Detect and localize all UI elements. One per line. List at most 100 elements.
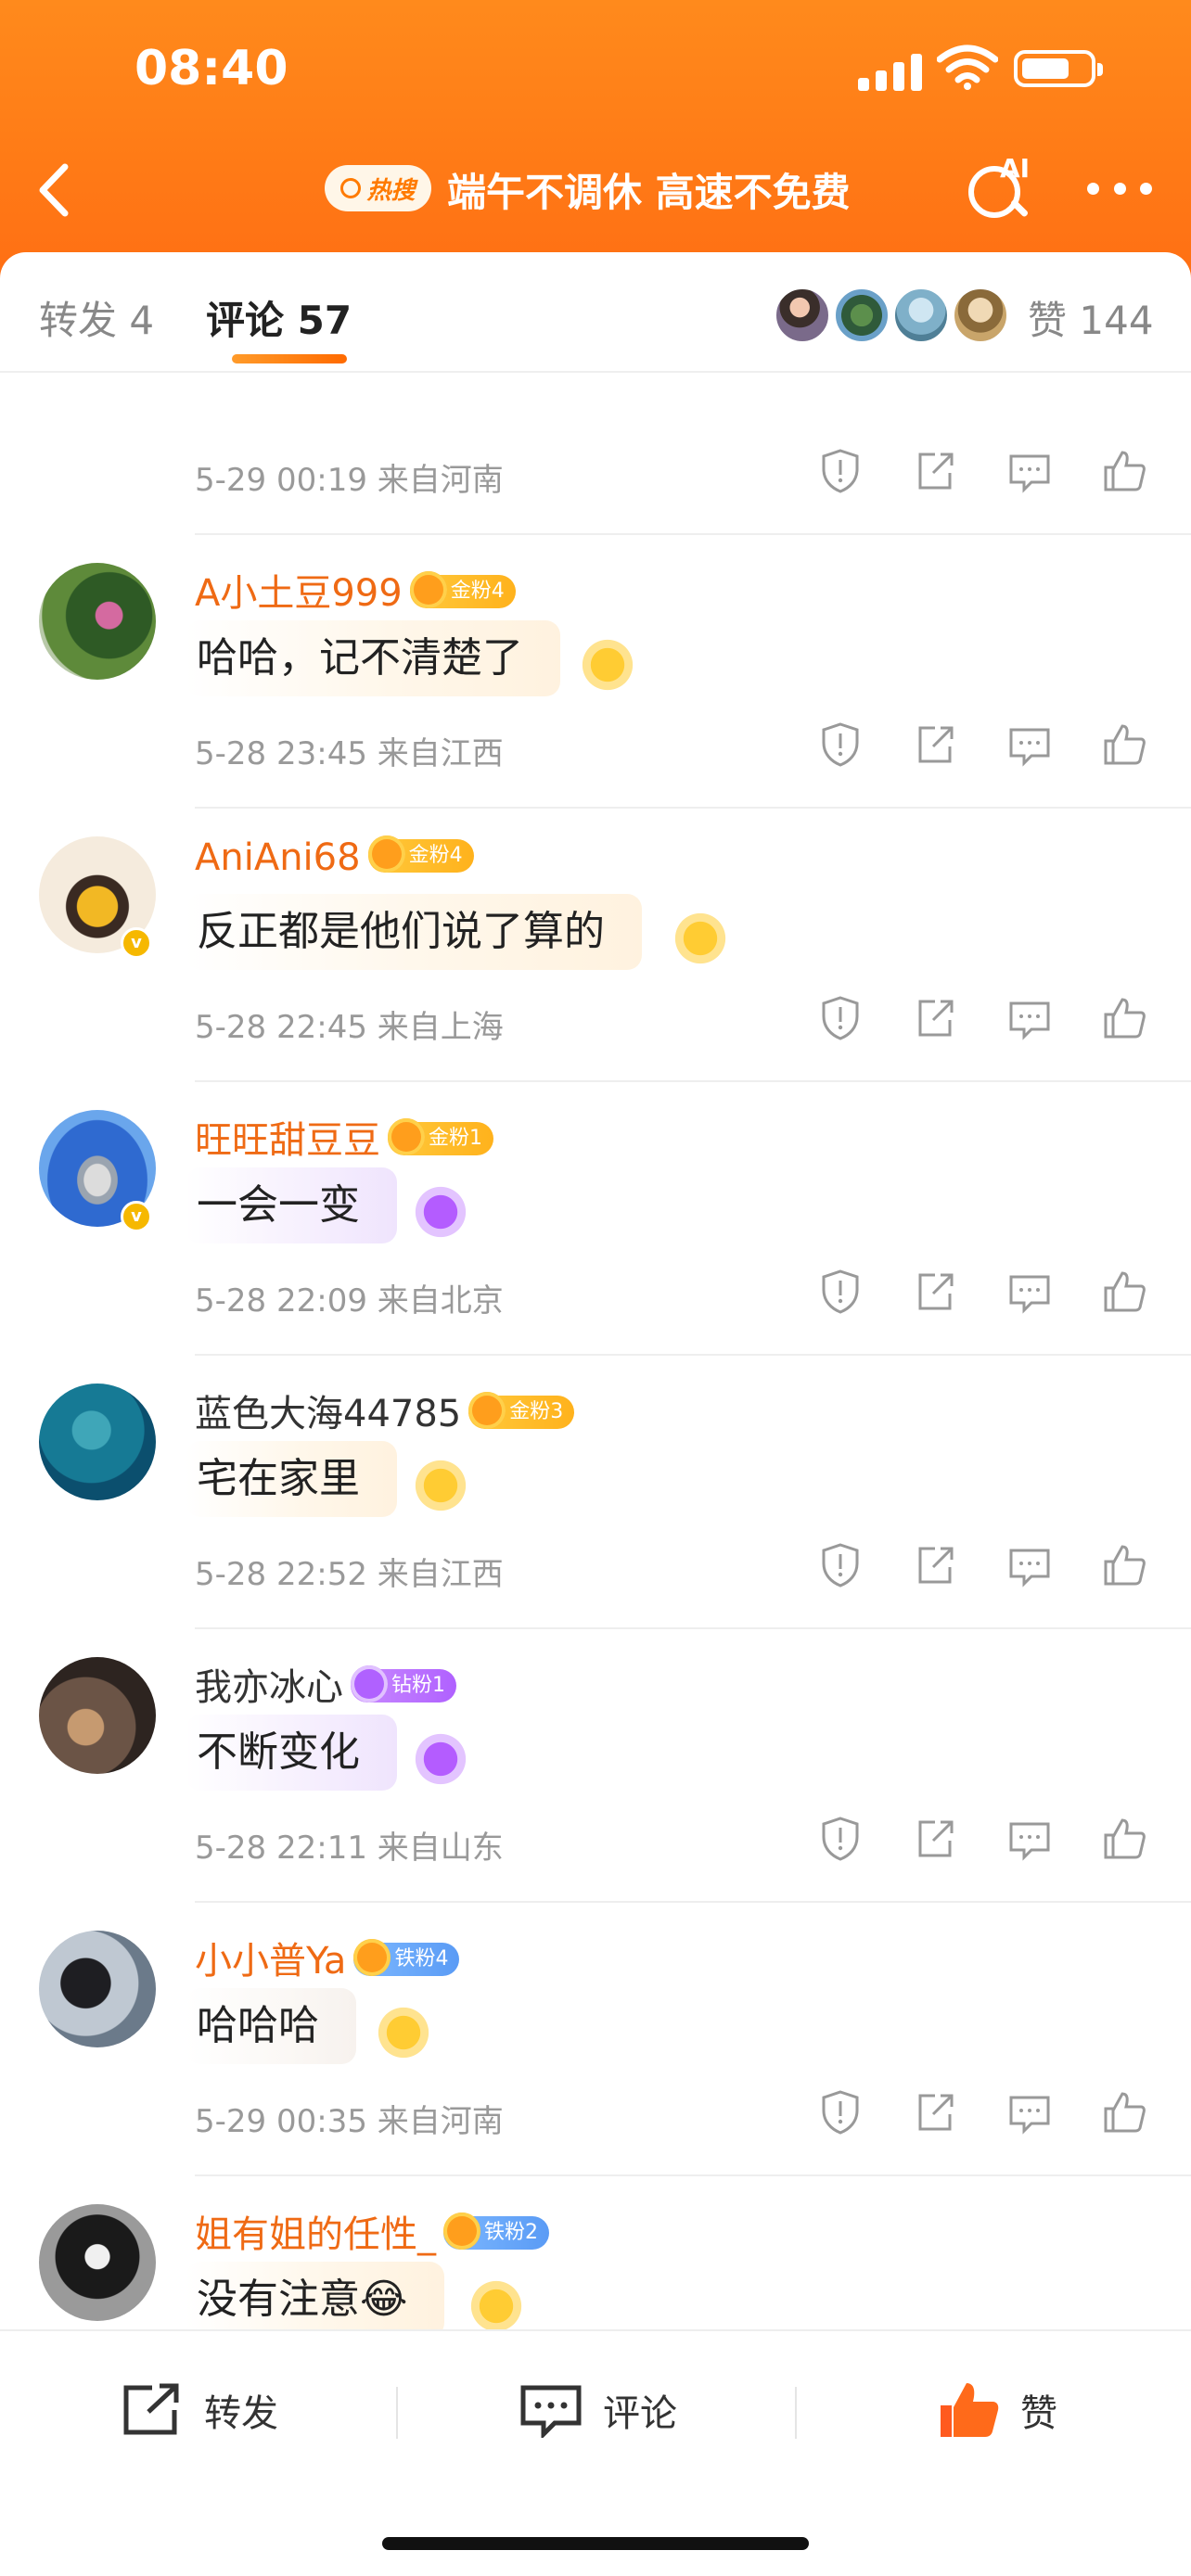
divider [396,2387,398,2439]
share-icon[interactable] [911,1541,959,1589]
sticker-decoration-icon [408,1733,473,1785]
comment-text[interactable]: 不断变化 [186,1715,397,1791]
username-text: AniAni68 [195,836,361,879]
like-label: 赞 [1020,2392,1057,2435]
comment-meta: 5-28 22:09 来自北京 [195,1282,504,1320]
repost-button[interactable]: 转发 [121,2378,278,2442]
report-shield-icon[interactable] [816,994,864,1042]
back-arrow-icon[interactable] [28,158,83,223]
fan-badge: 铁粉4 [353,1939,460,1976]
reply-icon[interactable] [1005,721,1054,769]
avatar[interactable] [39,1657,156,1774]
header-bar: 08:40 热搜 端午不调休 高速不免费 AI [0,0,1191,278]
report-shield-icon[interactable] [816,1815,864,1863]
reply-icon[interactable] [1005,2088,1054,2136]
like-thumb-icon[interactable] [1100,2088,1148,2136]
reply-icon[interactable] [1005,447,1054,495]
comment-text[interactable]: 哈哈，记不清楚了 [186,620,560,696]
report-shield-icon[interactable] [816,1268,864,1316]
like-thumb-icon[interactable] [1100,721,1148,769]
username[interactable]: 我亦冰心 钻粉1 [195,1657,456,1711]
share-icon[interactable] [911,721,959,769]
like-thumb-icon[interactable] [1100,1541,1148,1589]
comment-button[interactable]: 评论 [519,2378,677,2442]
fan-badge: 金粉3 [468,1392,575,1429]
ai-search-button[interactable]: AI [965,153,1039,227]
hot-search-badge[interactable]: 热搜 [325,165,431,211]
username-text: 我亦冰心 [195,1666,343,1709]
repost-label: 转发 [204,2392,278,2435]
avatar[interactable] [893,287,949,343]
like-thumb-icon[interactable] [1100,1815,1148,1863]
comment-item: 我亦冰心 钻粉1 不断变化 5-28 22:11 来自山东 [0,1629,1191,1903]
share-icon [123,2383,179,2435]
username[interactable]: AniAni68 金粉4 [195,835,474,879]
like-thumb-icon[interactable] [1100,447,1148,495]
avatar[interactable] [953,287,1008,343]
reply-icon[interactable] [1005,994,1054,1042]
comment-item: v 旺旺甜豆豆 金粉1 一会一变 5-28 22:09 来自北京 [0,1082,1191,1356]
status-time: 08:40 [134,41,288,96]
fan-badge-label: 钻粉1 [391,1674,445,1697]
share-icon[interactable] [911,1815,959,1863]
share-icon[interactable] [911,2088,959,2136]
hot-badge-label: 热搜 [366,176,416,205]
avatar[interactable] [39,1931,156,2047]
share-icon[interactable] [911,1268,959,1316]
comment-text[interactable]: 宅在家里 [186,1441,397,1517]
comment-item: v AniAni68 金粉4 反正都是他们说了算的 5-28 22:45 来自上海 [0,809,1191,1082]
avatar[interactable] [39,1384,156,1500]
report-shield-icon[interactable] [816,447,864,495]
comment-meta: 5-29 00:35 来自河南 [195,2103,504,2140]
crown-icon [353,1939,391,1976]
more-options-button[interactable] [1087,183,1152,198]
comment-actions [816,721,1150,776]
like-button[interactable]: 赞 [937,2378,1057,2442]
like-thumb-icon[interactable] [1100,994,1148,1042]
bottom-action-bar: 转发 评论 赞 [0,2329,1191,2576]
username[interactable]: 蓝色大海44785 金粉3 [195,1384,575,1437]
username-text: A小土豆999 [195,572,403,615]
comment-actions [816,2088,1150,2144]
username[interactable]: 旺旺甜豆豆 金粉1 [195,1110,493,1164]
reply-icon[interactable] [1005,1815,1054,1863]
avatar[interactable] [775,287,830,343]
avatar[interactable] [39,2204,156,2321]
username[interactable]: 小小普Ya 铁粉4 [195,1931,460,1984]
verified-badge-icon: v [121,927,152,959]
cellular-signal-icon [858,48,923,91]
page-title[interactable]: 端午不调休 高速不免费 [447,161,851,218]
reply-icon[interactable] [1005,1268,1054,1316]
like-thumb-icon[interactable] [1100,1268,1148,1316]
comment-meta: 5-28 22:11 来自山东 [195,1830,504,1867]
like-thumb-filled-icon [941,2383,999,2437]
report-shield-icon[interactable] [816,2088,864,2136]
avatar[interactable] [834,287,890,343]
divider [795,2387,797,2439]
share-icon[interactable] [911,447,959,495]
likes-total[interactable]: 赞 144 [1028,289,1154,346]
comment-text[interactable]: 反正都是他们说了算的 [186,894,642,970]
comment-text[interactable]: 哈哈哈 [186,1988,356,2064]
comment-text[interactable]: 一会一变 [186,1167,397,1243]
report-shield-icon[interactable] [816,1541,864,1589]
report-shield-icon[interactable] [816,721,864,769]
fan-badge: 金粉4 [367,835,474,873]
crown-icon [468,1392,506,1429]
username[interactable]: A小土豆999 金粉4 [195,563,516,617]
pig-sticker-icon [464,2280,529,2329]
sticker-decoration-icon [408,1186,473,1238]
tab-comments[interactable]: 评论 57 [206,289,352,346]
avatar[interactable] [39,563,156,680]
home-indicator [382,2537,809,2550]
reply-icon[interactable] [1005,1541,1054,1589]
comment-text[interactable]: 没有注意😂 [186,2262,445,2329]
username-text: 蓝色大海44785 [195,1393,462,1435]
tab-reposts[interactable]: 转发 4 [39,289,154,346]
username[interactable]: 姐有姐的任性_ 铁粉2 [195,2204,549,2258]
comment-meta: 5-29 00:19 来自河南 [195,462,504,499]
comment-meta: 5-28 22:45 来自上海 [195,1009,504,1046]
comment-meta: 5-28 22:52 来自江西 [195,1556,504,1593]
ai-label: AI [1000,153,1031,184]
share-icon[interactable] [911,994,959,1042]
